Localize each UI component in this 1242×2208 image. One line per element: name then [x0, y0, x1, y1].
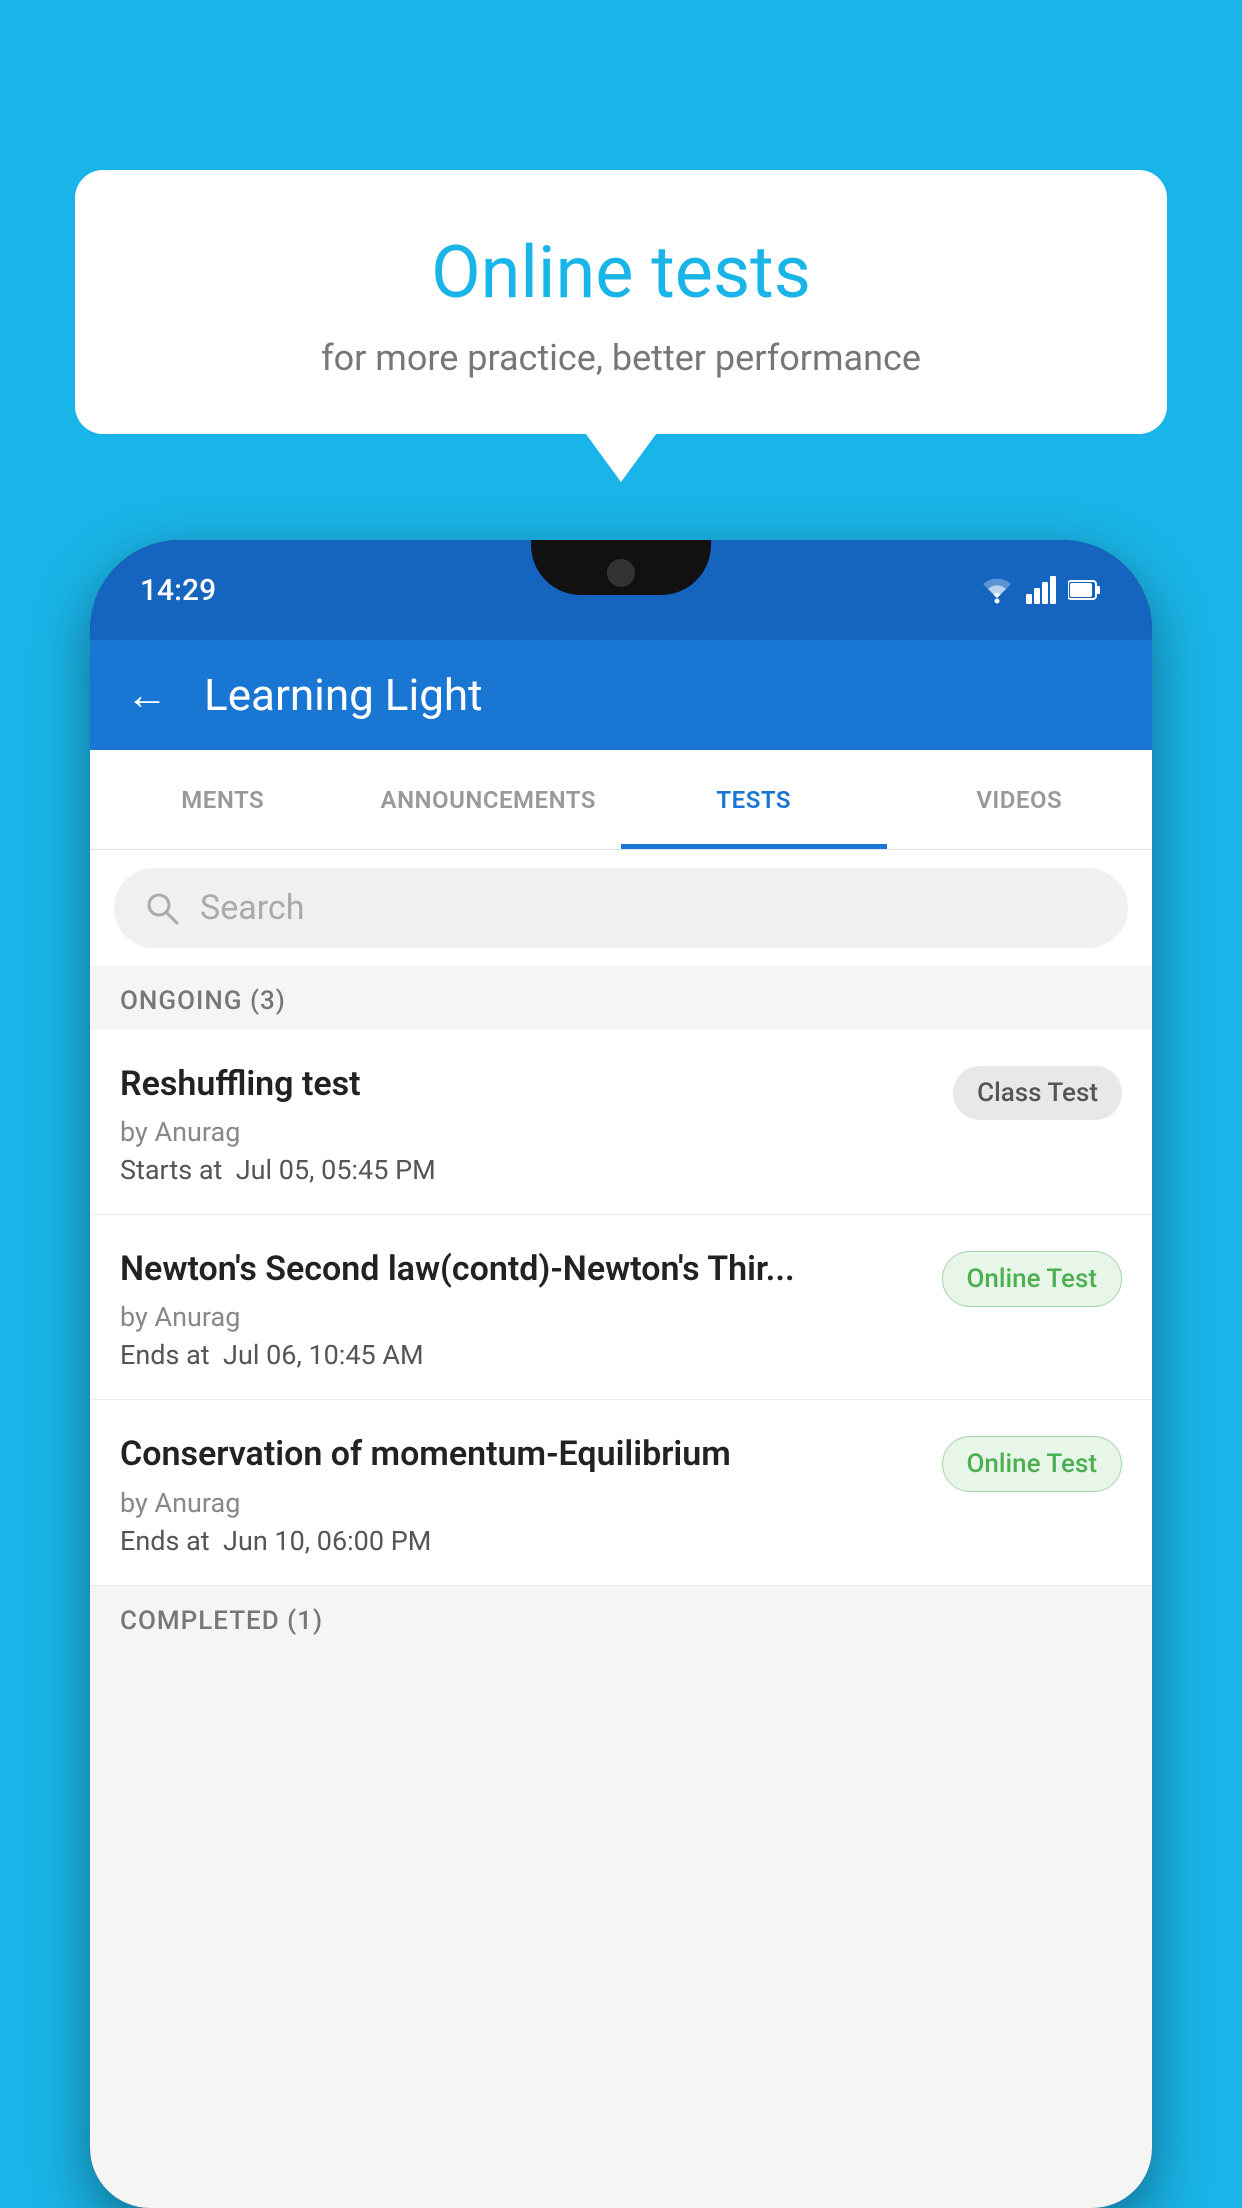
- test-badge-online-2: Online Test: [942, 1436, 1123, 1492]
- tab-videos[interactable]: VIDEOS: [887, 750, 1153, 849]
- signal-icon: [1026, 576, 1056, 604]
- search-icon: [144, 890, 180, 926]
- test-item[interactable]: Newton's Second law(contd)-Newton's Thir…: [90, 1215, 1152, 1400]
- promo-subtitle: for more practice, better performance: [125, 337, 1117, 379]
- test-date: Ends at Jun 10, 06:00 PM: [120, 1525, 922, 1557]
- tabs-bar: MENTS ANNOUNCEMENTS TESTS VIDEOS: [90, 750, 1152, 850]
- search-placeholder: Search: [200, 888, 304, 928]
- status-time: 14:29: [140, 573, 216, 608]
- tab-tests[interactable]: TESTS: [621, 750, 887, 849]
- test-date: Starts at Jul 05, 05:45 PM: [120, 1154, 933, 1186]
- wifi-icon: [980, 576, 1014, 604]
- app-header: ← Learning Light: [90, 640, 1152, 750]
- test-badge-online: Online Test: [942, 1251, 1123, 1307]
- test-info: Newton's Second law(contd)-Newton's Thir…: [120, 1247, 922, 1371]
- tab-announcements[interactable]: ANNOUNCEMENTS: [356, 750, 622, 849]
- phone-content: Search ONGOING (3) Reshuffling test by A…: [90, 850, 1152, 2208]
- back-button[interactable]: ←: [126, 671, 168, 720]
- status-icons: [980, 576, 1102, 604]
- test-by: by Anurag: [120, 1487, 922, 1519]
- test-by: by Anurag: [120, 1116, 933, 1148]
- test-name: Newton's Second law(contd)-Newton's Thir…: [120, 1247, 922, 1291]
- camera-dot: [607, 559, 635, 587]
- search-bar-wrap: Search: [90, 850, 1152, 966]
- promo-card: Online tests for more practice, better p…: [75, 170, 1167, 434]
- test-item[interactable]: Conservation of momentum-Equilibrium by …: [90, 1400, 1152, 1585]
- test-list: Reshuffling test by Anurag Starts at Jul…: [90, 1030, 1152, 1586]
- status-bar: 14:29: [90, 540, 1152, 640]
- test-badge-class: Class Test: [953, 1066, 1122, 1120]
- tab-ments[interactable]: MENTS: [90, 750, 356, 849]
- test-name: Reshuffling test: [120, 1062, 933, 1106]
- test-info: Conservation of momentum-Equilibrium by …: [120, 1432, 922, 1556]
- phone-frame: 14:29: [90, 540, 1152, 2208]
- completed-section-label: COMPLETED (1): [90, 1586, 1152, 1650]
- test-item[interactable]: Reshuffling test by Anurag Starts at Jul…: [90, 1030, 1152, 1215]
- test-name: Conservation of momentum-Equilibrium: [120, 1432, 922, 1476]
- battery-icon: [1068, 579, 1102, 601]
- test-info: Reshuffling test by Anurag Starts at Jul…: [120, 1062, 933, 1186]
- promo-title: Online tests: [125, 230, 1117, 315]
- app-title: Learning Light: [204, 669, 483, 721]
- test-by: by Anurag: [120, 1301, 922, 1333]
- search-bar[interactable]: Search: [114, 868, 1128, 948]
- phone-notch: [531, 540, 711, 595]
- test-date: Ends at Jul 06, 10:45 AM: [120, 1339, 922, 1371]
- ongoing-section-label: ONGOING (3): [90, 966, 1152, 1030]
